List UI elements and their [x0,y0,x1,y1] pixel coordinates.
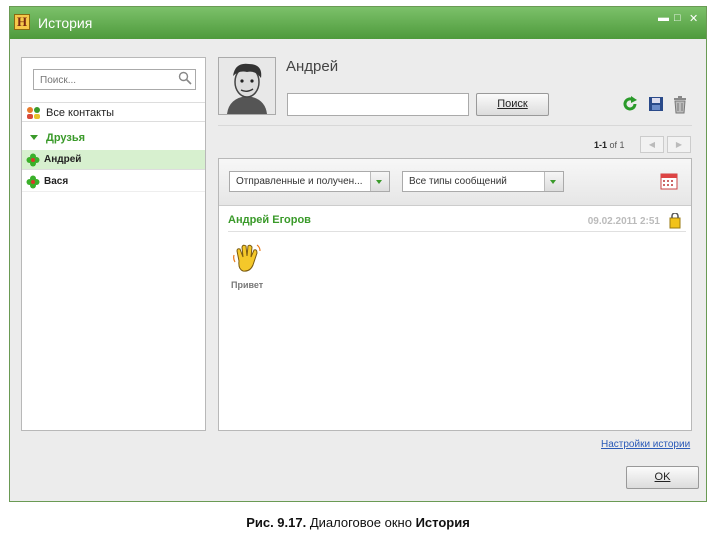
contact-item-vasya[interactable]: Вася [22,172,205,192]
close-icon[interactable]: ✕ [689,12,698,25]
caption-bold: История [415,515,470,530]
chevron-down-icon[interactable] [544,172,563,191]
expand-triangle-icon[interactable] [30,135,38,140]
maximize-icon[interactable]: □ [674,12,681,24]
calendar-icon[interactable] [660,172,678,190]
type-filter-value: Все типы сообщений [409,176,507,187]
search-icon[interactable] [178,71,192,85]
contact-label: Андрей [44,154,82,165]
history-window: H История ▬ □ ✕ Все контакты Друзья [9,6,707,502]
document-lock-icon[interactable] [668,213,682,229]
group-label: Друзья [46,132,86,144]
history-panel: Отправленные и получен... Все типы сообщ… [218,158,692,431]
search-button-label: Поиск [497,98,528,110]
save-icon[interactable] [648,96,664,112]
contact-label: Вася [44,176,69,187]
minimize-icon[interactable]: ▬ [658,12,669,24]
message-text: Привет [231,280,264,290]
filter-bar: Отправленные и получен... Все типы сообщ… [219,159,691,206]
type-filter-select[interactable]: Все типы сообщений [402,171,564,192]
divider [218,125,692,126]
history-search-input[interactable] [287,93,469,116]
ok-button-label: OK [654,471,671,483]
contact-item-andrey[interactable]: Андрей [22,150,205,170]
history-settings-link[interactable]: Настройки истории [601,439,690,450]
avatar-face-icon [219,58,275,114]
waving-hand-icon [233,244,261,272]
message-sender: Андрей Егоров [228,214,311,226]
people-icon [27,107,40,119]
direction-filter-value: Отправленные и получен... [236,176,363,187]
page-total: of 1 [609,140,625,150]
next-arrow-icon: ▶ [675,140,683,149]
group-item-friends[interactable]: Друзья [22,128,205,148]
online-flower-icon [26,153,40,167]
online-flower-icon [26,175,40,189]
contact-name-heading: Андрей [286,58,339,75]
message-timestamp: 09.02.2011 2:51 [587,216,660,227]
all-contacts-item[interactable]: Все контакты [22,102,205,122]
caption-prefix: Рис. 9.17. [246,515,307,530]
avatar [218,57,276,115]
contacts-search[interactable] [33,69,196,90]
next-page-button[interactable]: ▶ [667,136,691,153]
ok-button[interactable]: OK [626,466,699,489]
all-contacts-label: Все контакты [46,107,115,119]
title-bar[interactable]: H История ▬ □ ✕ [10,7,706,39]
page-indicator: 1-1 of 1 [594,140,625,150]
contacts-search-input[interactable] [38,71,177,90]
refresh-icon[interactable] [622,96,638,112]
trash-icon[interactable] [672,96,688,114]
message-header: Андрей Егоров 09.02.2011 2:51 [228,213,686,232]
window-title: История [38,15,93,31]
app-logo-icon: H [14,14,30,30]
page-range: 1-1 [594,140,608,150]
direction-filter-select[interactable]: Отправленные и получен... [229,171,390,192]
search-button[interactable]: Поиск [476,93,549,116]
contacts-panel: Все контакты Друзья Андрей Вася [21,57,206,431]
previous-page-button[interactable]: ◀ [640,136,664,153]
chevron-down-icon[interactable] [370,172,389,191]
prev-arrow-icon: ◀ [648,140,656,149]
figure-caption: Рис. 9.17. Диалоговое окно История [0,515,716,530]
caption-text: Диалоговое окно [309,515,412,530]
